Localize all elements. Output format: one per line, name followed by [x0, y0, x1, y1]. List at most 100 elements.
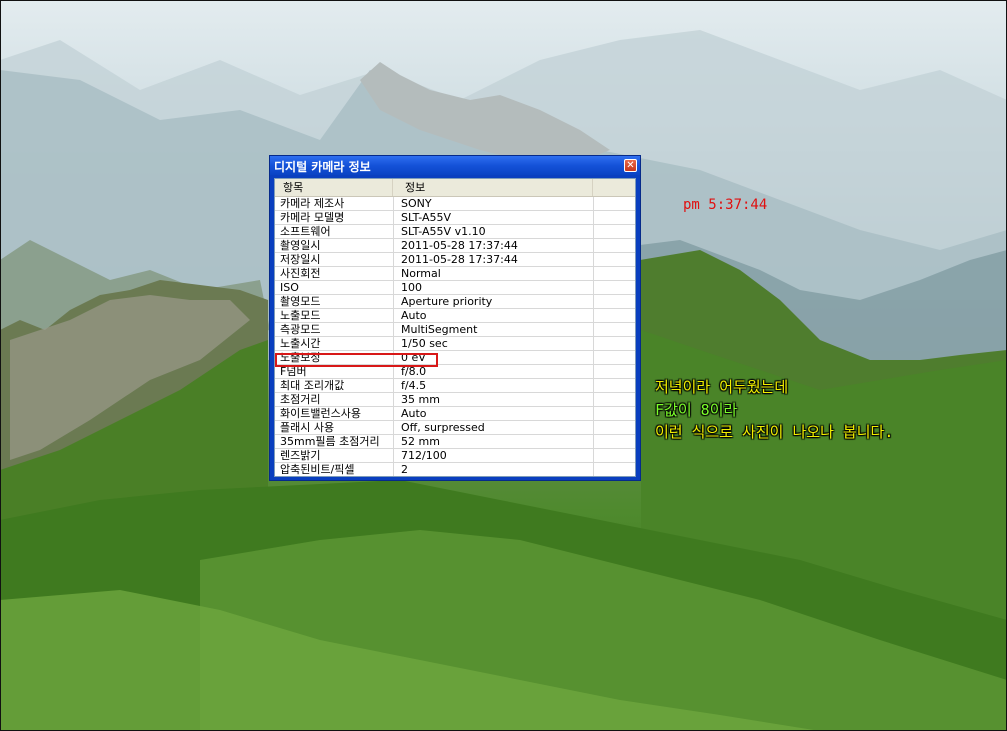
table-row[interactable]: 최대 조리개값 f/4.5	[275, 379, 635, 393]
table-row[interactable]: 측광모드 MultiSegment	[275, 323, 635, 337]
close-icon: ✕	[626, 160, 635, 171]
column-separator	[593, 197, 594, 210]
row-key: 사진회전	[280, 267, 321, 280]
table-row[interactable]: 렌즈밝기 712/100	[275, 449, 635, 463]
table-row[interactable]: 카메라 모델명 SLT-A55V	[275, 211, 635, 225]
clock-overlay-text: pm 5:37:44	[683, 197, 768, 213]
column-separator	[393, 463, 394, 476]
column-separator	[593, 337, 594, 350]
row-key: 측광모드	[280, 323, 321, 336]
table-row[interactable]: 사진회전 Normal	[275, 267, 635, 281]
column-separator	[393, 449, 394, 462]
camera-info-dialog: 디지털 카메라 정보 ✕ 항목 정보 카메라 제조사 SONY 카메라 모델명 SLT…	[269, 155, 641, 481]
column-separator	[393, 421, 394, 434]
column-separator	[593, 407, 594, 420]
row-value: 35 mm	[401, 393, 440, 406]
column-separator	[593, 463, 594, 476]
row-value: SLT-A55V	[401, 211, 452, 224]
dialog-title: 디지털 카메라 정보	[274, 160, 371, 174]
table-row[interactable]: 노출모드 Auto	[275, 309, 635, 323]
column-separator	[593, 323, 594, 336]
column-separator	[393, 211, 394, 224]
table-row[interactable]: 플래시 사용 Off, surpressed	[275, 421, 635, 435]
row-value: Off, surpressed	[401, 421, 485, 434]
column-separator	[593, 351, 594, 364]
column-separator	[593, 267, 594, 280]
table-row[interactable]: 노출시간 1/50 sec	[275, 337, 635, 351]
row-value: f/8.0	[401, 365, 427, 378]
column-separator	[593, 281, 594, 294]
row-value: 52 mm	[401, 435, 440, 448]
row-key: 노출보정	[280, 351, 321, 364]
row-value: 2011-05-28 17:37:44	[401, 239, 518, 252]
column-separator	[593, 225, 594, 238]
table-row[interactable]: ISO 100	[275, 281, 635, 295]
row-key: ISO	[280, 281, 299, 294]
table-row[interactable]: 화이트밸런스사용 Auto	[275, 407, 635, 421]
list-header: 항목 정보	[275, 179, 635, 197]
table-row[interactable]: F넘버 f/8.0	[275, 365, 635, 379]
column-separator	[393, 197, 394, 210]
row-key: 카메라 모델명	[280, 211, 345, 224]
row-value: 2011-05-28 17:37:44	[401, 253, 518, 266]
row-key: 촬영모드	[280, 295, 321, 308]
table-row[interactable]: 촬영모드 Aperture priority	[275, 295, 635, 309]
column-separator	[393, 351, 394, 364]
column-separator	[593, 435, 594, 448]
table-row[interactable]: 저장일시 2011-05-28 17:37:44	[275, 253, 635, 267]
info-listview[interactable]: 항목 정보 카메라 제조사 SONY 카메라 모델명 SLT-A55V 소프트웨어 SLT…	[274, 178, 636, 477]
column-separator	[593, 295, 594, 308]
dialog-titlebar[interactable]: 디지털 카메라 정보 ✕	[270, 156, 640, 175]
close-button[interactable]: ✕	[624, 159, 637, 172]
table-row[interactable]: 카메라 제조사 SONY	[275, 197, 635, 211]
column-separator	[593, 365, 594, 378]
row-value: Normal	[401, 267, 441, 280]
row-key: 소프트웨어	[280, 225, 331, 238]
row-value: SONY	[401, 197, 432, 210]
row-value: 712/100	[401, 449, 447, 462]
column-separator	[593, 379, 594, 392]
table-row[interactable]: 소프트웨어 SLT-A55V v1.10	[275, 225, 635, 239]
column-separator	[393, 393, 394, 406]
column-separator	[393, 225, 394, 238]
row-key: 노출시간	[280, 337, 321, 350]
row-key: 플래시 사용	[280, 421, 335, 434]
row-key: 최대 조리개값	[280, 379, 345, 392]
row-value: MultiSegment	[401, 323, 478, 336]
list-rows: 카메라 제조사 SONY 카메라 모델명 SLT-A55V 소프트웨어 SLT-A55V …	[275, 197, 635, 476]
column-separator	[593, 449, 594, 462]
table-row[interactable]: 초점거리 35 mm	[275, 393, 635, 407]
row-value: 2	[401, 463, 408, 476]
table-row[interactable]: 노출보정 0 eV	[275, 351, 635, 365]
column-separator	[393, 323, 394, 336]
table-row[interactable]: 압축된비트/픽셀 2	[275, 463, 635, 476]
column-header-item[interactable]: 항목	[275, 179, 393, 196]
column-separator	[393, 309, 394, 322]
row-value: f/4.5	[401, 379, 427, 392]
column-separator	[393, 435, 394, 448]
row-key: 저장일시	[280, 253, 321, 266]
row-value: Auto	[401, 407, 427, 420]
column-separator	[393, 337, 394, 350]
column-separator	[593, 309, 594, 322]
row-value: 100	[401, 281, 422, 294]
column-separator	[393, 267, 394, 280]
table-row[interactable]: 촬영일시 2011-05-28 17:37:44	[275, 239, 635, 253]
row-value: Aperture priority	[401, 295, 493, 308]
column-header-info[interactable]: 정보	[393, 179, 593, 196]
row-value: Auto	[401, 309, 427, 322]
column-separator	[593, 211, 594, 224]
column-separator	[393, 281, 394, 294]
row-key: 노출모드	[280, 309, 321, 322]
column-separator	[393, 253, 394, 266]
caption-line-3: 이런 식으로 사진이 나오나 봅니다.	[655, 423, 894, 441]
row-value: 0 eV	[401, 351, 426, 364]
column-separator	[593, 239, 594, 252]
row-value: SLT-A55V v1.10	[401, 225, 486, 238]
row-key: 렌즈밝기	[280, 449, 321, 462]
column-header-empty[interactable]	[593, 179, 635, 196]
table-row[interactable]: 35mm필름 초점거리 52 mm	[275, 435, 635, 449]
column-separator	[593, 253, 594, 266]
row-value: 1/50 sec	[401, 337, 448, 350]
column-separator	[393, 379, 394, 392]
